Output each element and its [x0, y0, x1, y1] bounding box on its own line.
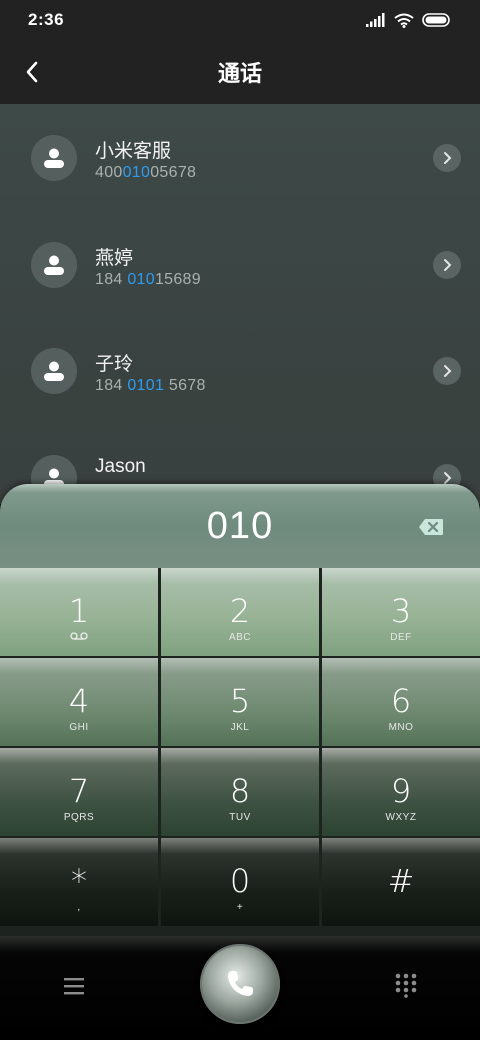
- key-letters: ABC: [228, 632, 252, 643]
- key-letters: DEF: [390, 632, 412, 643]
- key-3[interactable]: 3 DEF: [322, 568, 480, 656]
- dial-display: 010: [0, 484, 480, 568]
- key-digit: 0: [229, 862, 251, 900]
- person-icon: [44, 361, 64, 381]
- key-letters: +: [236, 902, 244, 913]
- status-bar: 2:36: [0, 0, 480, 40]
- key-digit: 5: [229, 682, 251, 720]
- contact-row[interactable]: 子玲 184 0101 5678: [0, 317, 480, 423]
- contact-number: 184 01015689: [95, 271, 201, 288]
- avatar: [31, 242, 77, 288]
- person-icon: [44, 255, 64, 275]
- key-digit: 4: [68, 682, 90, 720]
- key-digit: 1: [68, 592, 90, 630]
- voicemail-icon: [70, 632, 88, 644]
- dialpad-toggle-button[interactable]: [393, 972, 419, 998]
- contact-name: 燕婷: [95, 248, 134, 269]
- chevron-right-icon: [444, 152, 452, 164]
- contact-name: 子玲: [95, 354, 134, 375]
- key-letters: GHI: [69, 722, 89, 733]
- phone-icon: [228, 971, 253, 996]
- contact-detail-button[interactable]: [433, 251, 461, 279]
- key-digit: 9: [390, 772, 412, 810]
- dialed-number: 010: [206, 504, 274, 547]
- chevron-right-icon: [444, 365, 452, 377]
- key-0[interactable]: 0 +: [161, 838, 319, 926]
- key-4[interactable]: 4 GHI: [0, 658, 158, 746]
- key-7[interactable]: 7 PQRS: [0, 748, 158, 836]
- contact-row[interactable]: 小米客服 40001005678: [0, 104, 480, 210]
- key-5[interactable]: 5 JKL: [161, 658, 319, 746]
- contact-row[interactable]: 燕婷 184 01015689: [0, 211, 480, 317]
- key-letters: TUV: [229, 812, 251, 823]
- avatar: [31, 135, 77, 181]
- key-letters: ,: [77, 902, 81, 913]
- call-button[interactable]: [200, 944, 280, 1024]
- person-icon: [44, 148, 64, 168]
- contact-detail-button[interactable]: [433, 144, 461, 172]
- chevron-right-icon: [444, 472, 452, 484]
- delete-button[interactable]: [418, 518, 444, 536]
- contact-detail-button[interactable]: [433, 357, 461, 385]
- menu-button[interactable]: [60, 974, 88, 998]
- avatar: [31, 348, 77, 394]
- match-highlight: 0101: [127, 377, 165, 394]
- key-hash[interactable]: #: [322, 838, 480, 926]
- dialpad-icon: [395, 973, 417, 998]
- key-6[interactable]: 6 MNO: [322, 658, 480, 746]
- key-letters: PQRS: [63, 812, 95, 823]
- key-digit: *: [71, 862, 87, 900]
- contact-name: 小米客服: [95, 141, 172, 162]
- page-title: 通话: [217, 61, 262, 86]
- key-letters: WXYZ: [385, 812, 417, 823]
- match-highlight: 010: [127, 271, 155, 288]
- signal-icon: [366, 13, 385, 27]
- key-2[interactable]: 2 ABC: [161, 568, 319, 656]
- key-digit: 7: [68, 772, 90, 810]
- contact-name: Jason: [95, 456, 146, 477]
- menu-icon: [64, 978, 84, 995]
- key-8[interactable]: 8 TUV: [161, 748, 319, 836]
- chevron-left-icon: [26, 61, 38, 83]
- battery-icon: [422, 13, 450, 27]
- key-digit: 3: [390, 592, 412, 630]
- match-highlight: 010: [122, 164, 151, 181]
- key-1[interactable]: 1: [0, 568, 158, 656]
- contact-list: 小米客服 40001005678 燕婷 184 01015689 子玲 184 …: [0, 104, 480, 504]
- dialpad-panel: 010 1 2 ABC 3 DEF 4 GHI 5 JKL 6 MNO 7 PQ…: [0, 484, 480, 936]
- contact-number: 40001005678: [95, 164, 197, 181]
- key-digit: 2: [229, 592, 251, 630]
- back-button[interactable]: [12, 52, 52, 92]
- key-digit: 8: [229, 772, 251, 810]
- status-time: 2:36: [28, 10, 65, 29]
- key-digit: #: [387, 862, 415, 900]
- key-star[interactable]: * ,: [0, 838, 158, 926]
- status-icons: [366, 13, 452, 28]
- chevron-right-icon: [444, 259, 452, 271]
- key-digit: 6: [390, 682, 412, 720]
- wifi-icon: [394, 13, 414, 28]
- keypad: 1 2 ABC 3 DEF 4 GHI 5 JKL 6 MNO 7 PQRS 8…: [0, 568, 480, 936]
- title-bar: 通话: [0, 40, 480, 104]
- contact-number: 184 0101 5678: [95, 377, 206, 394]
- key-letters: MNO: [388, 722, 414, 733]
- key-9[interactable]: 9 WXYZ: [322, 748, 480, 836]
- key-letters: JKL: [230, 722, 250, 733]
- backspace-icon: [419, 519, 443, 535]
